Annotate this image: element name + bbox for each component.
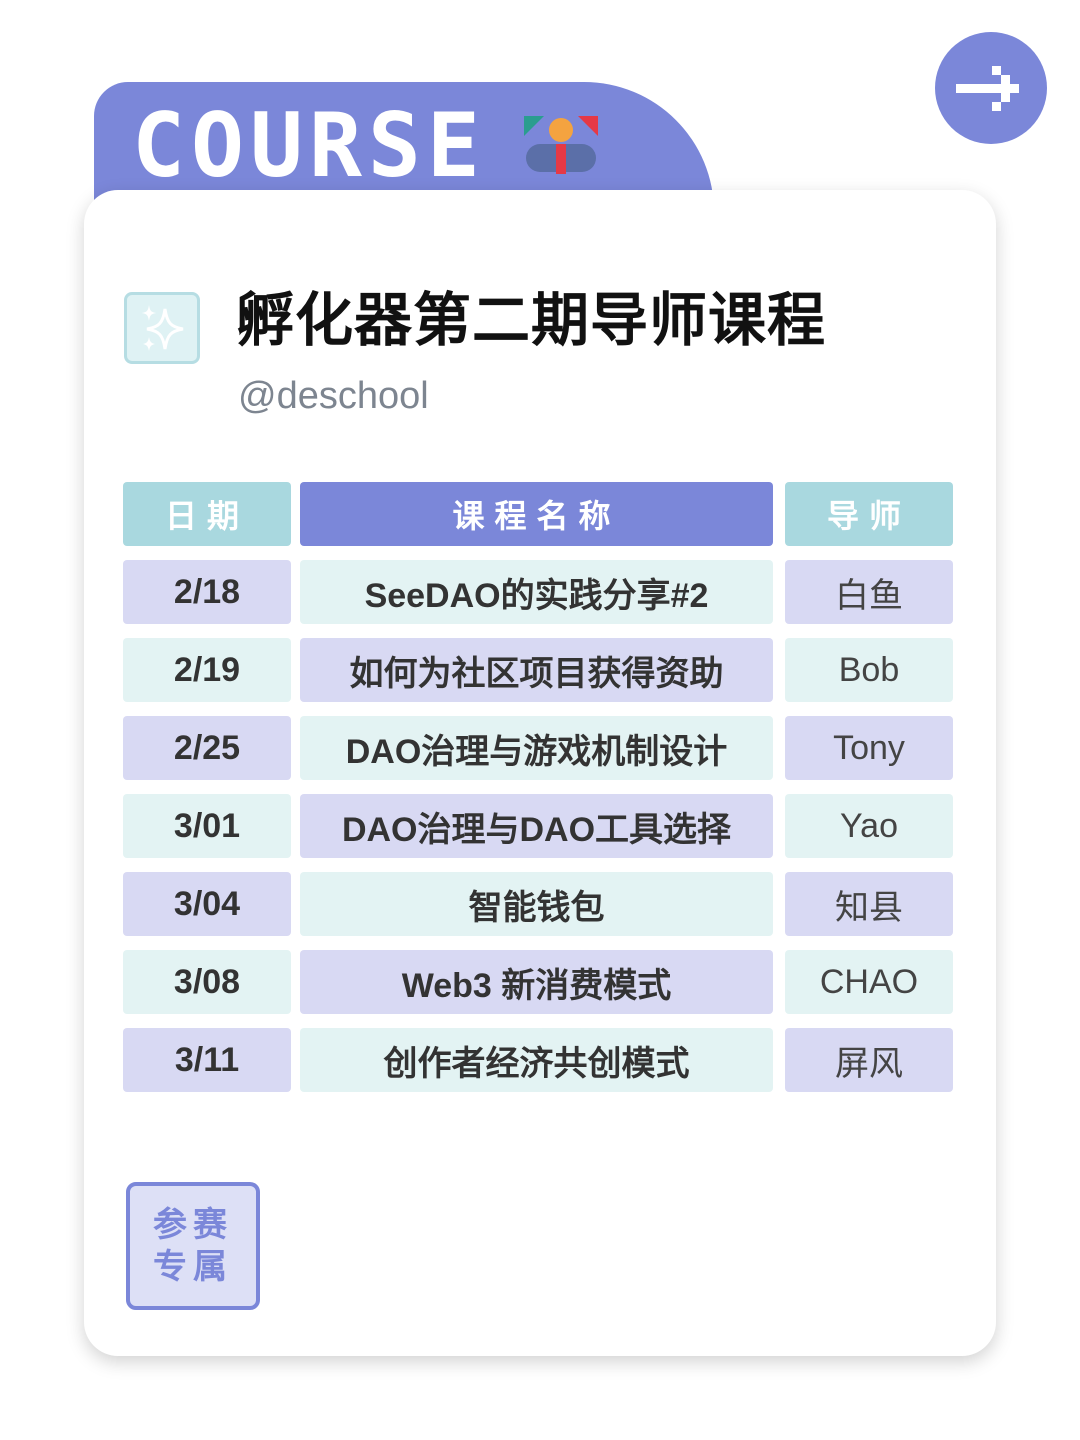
row-tutor: Tony (785, 716, 953, 780)
row-tutor: 白鱼 (785, 560, 953, 624)
author-handle: @deschool (238, 375, 429, 417)
header-date: 日期 (123, 482, 291, 546)
row-course-name: 如何为社区项目获得资助 (300, 638, 773, 702)
course-heading: COURSE (132, 94, 486, 197)
row-date: 3/11 (123, 1028, 291, 1092)
row-date: 2/18 (123, 560, 291, 624)
row-date: 2/25 (123, 716, 291, 780)
row-course-name: 智能钱包 (300, 872, 773, 936)
exclusive-badge: 参赛 专属 (126, 1182, 260, 1310)
badge-line-1: 参赛 (153, 1205, 233, 1245)
deschool-logo-icon (522, 114, 600, 176)
sparkle-icon (142, 305, 184, 351)
row-tutor: Yao (785, 794, 953, 858)
row-date: 3/01 (123, 794, 291, 858)
header-tutor: 导师 (785, 482, 953, 546)
row-date: 3/08 (123, 950, 291, 1014)
row-tutor: CHAO (785, 950, 953, 1014)
badge-line-2: 专属 (153, 1247, 233, 1287)
page-title: 孵化器第二期导师课程 (236, 286, 827, 354)
row-course-name: DAO治理与游戏机制设计 (300, 716, 773, 780)
row-tutor: 知县 (785, 872, 953, 936)
header-course-name: 课程名称 (300, 482, 773, 546)
arrow-right-icon (956, 66, 1019, 111)
row-tutor: 屏风 (785, 1028, 953, 1092)
row-course-name: DAO治理与DAO工具选择 (300, 794, 773, 858)
row-date: 2/19 (123, 638, 291, 702)
next-arrow-button[interactable] (935, 32, 1047, 144)
row-tutor: Bob (785, 638, 953, 702)
row-course-name: 创作者经济共创模式 (300, 1028, 773, 1092)
row-date: 3/04 (123, 872, 291, 936)
row-course-name: SeeDAO的实践分享#2 (300, 560, 773, 624)
row-course-name: Web3 新消费模式 (300, 950, 773, 1014)
sparkle-badge (124, 292, 200, 364)
